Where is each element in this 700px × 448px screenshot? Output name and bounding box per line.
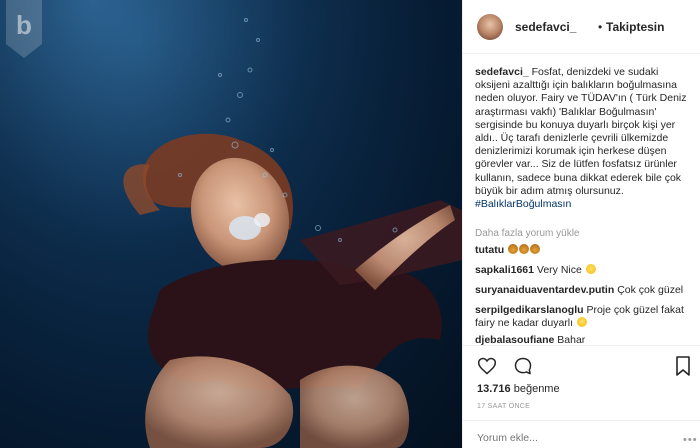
post-header: sedefavci_ • Takiptesin xyxy=(463,0,700,54)
comment-username[interactable]: sapkali1661 xyxy=(475,264,534,276)
header-separator: • xyxy=(598,20,603,34)
caption-hashtag[interactable]: #BalıklarBoğulmasın xyxy=(475,198,571,210)
comment-username[interactable]: serpilgedikarslanoglu xyxy=(475,304,584,316)
likes-count[interactable]: 13.716 beğenme xyxy=(477,383,560,395)
comment-text: Very Nice xyxy=(536,264,582,276)
comment-item: sapkali1661 Very Nice xyxy=(475,264,695,277)
svg-text:b: b xyxy=(16,10,32,40)
caption-username[interactable]: sedefavci_ xyxy=(475,66,529,78)
medal-emoji-icon xyxy=(530,244,541,254)
comment-username[interactable]: tutatu xyxy=(475,244,504,256)
heart-icon[interactable] xyxy=(477,356,497,376)
header-username[interactable]: sedefavci_ xyxy=(515,20,576,34)
comment-item: serpilgedikarslanoglu Proje çok güzel fa… xyxy=(475,304,695,330)
post-timestamp: 17 SAAT ÖNCE xyxy=(477,403,531,410)
watermark-logo-icon: b xyxy=(6,0,42,58)
thinking-emoji-icon xyxy=(576,317,587,328)
comment-item: tutatu xyxy=(475,244,695,257)
follow-status-button[interactable]: Takiptesin xyxy=(606,20,664,34)
bookmark-icon[interactable] xyxy=(675,356,691,376)
likes-label: beğenme xyxy=(513,383,560,395)
medal-emoji-icon xyxy=(519,244,530,254)
caption-text: Fosfat, denizdeki ve sudaki oksijeni aza… xyxy=(475,66,687,197)
comment-text: Çok çok güzel xyxy=(617,284,684,296)
instagram-post: b sedefavci_ • Takiptesin sedefavci_ Fos… xyxy=(0,0,700,448)
underwater-portrait-image xyxy=(0,0,462,448)
more-options-icon[interactable]: ••• xyxy=(683,434,698,446)
comment-username[interactable]: suryanaiduaventardev.putin xyxy=(475,284,614,296)
post-photo[interactable]: b xyxy=(0,0,462,448)
comment-icon[interactable] xyxy=(513,356,533,376)
likes-number: 13.716 xyxy=(477,383,511,395)
medal-emoji-icon xyxy=(508,244,519,254)
post-sidebar: sedefavci_ • Takiptesin sedefavci_ Fosfa… xyxy=(462,0,700,448)
post-caption: sedefavci_ Fosfat, denizdeki ve sudaki o… xyxy=(475,66,695,211)
comment-item: suryanaiduaventardev.putin Çok çok güzel xyxy=(475,284,695,297)
add-comment-input[interactable] xyxy=(477,432,612,444)
smile-emoji-icon xyxy=(585,264,596,274)
load-more-comments-link[interactable]: Daha fazla yorum yükle xyxy=(475,228,580,239)
comment-divider xyxy=(463,420,700,421)
actions-divider xyxy=(463,345,700,346)
avatar[interactable] xyxy=(477,14,503,40)
